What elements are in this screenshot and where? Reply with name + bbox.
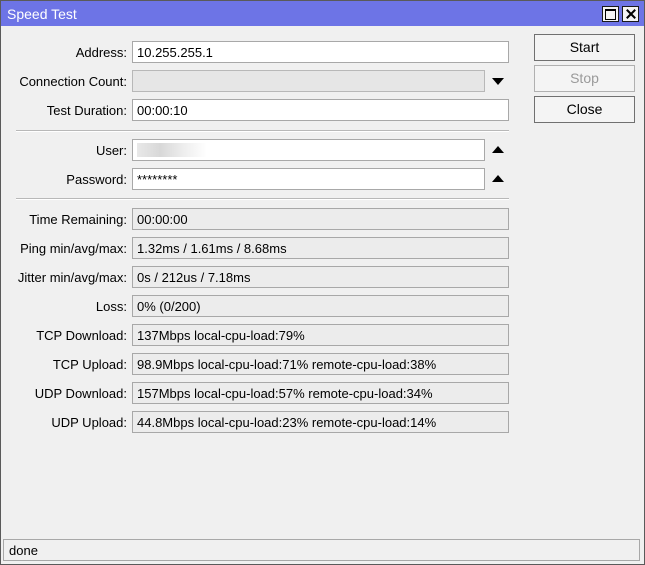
separator (16, 130, 509, 132)
ping-value: 1.32ms / 1.61ms / 8.68ms (132, 237, 509, 259)
close-window-button[interactable] (622, 6, 639, 22)
speed-test-window: Speed Test Address: 10.255.255.1 Connect… (0, 0, 645, 565)
address-label: Address: (75, 45, 127, 60)
status-bar: done (3, 539, 640, 561)
tcp-download-label: TCP Download: (36, 328, 127, 343)
separator (16, 198, 509, 200)
password-label: Password: (66, 172, 127, 187)
start-button[interactable]: Start (534, 34, 635, 61)
test-duration-input[interactable]: 00:00:10 (132, 99, 509, 121)
jitter-value: 0s / 212us / 7.18ms (132, 266, 509, 288)
user-input[interactable] (132, 139, 485, 161)
tcp-upload-label: TCP Upload: (52, 357, 127, 372)
connection-count-label: Connection Count: (19, 74, 127, 89)
window-title: Speed Test (7, 6, 77, 22)
test-duration-label: Test Duration: (46, 103, 127, 118)
jitter-label: Jitter min/avg/max: (17, 270, 127, 285)
stop-button[interactable]: Stop (534, 65, 635, 92)
maximize-button[interactable] (602, 6, 619, 22)
redacted-user-value (137, 143, 207, 157)
tcp-upload-value: 98.9Mbps local-cpu-load:71% remote-cpu-l… (132, 353, 509, 375)
triangle-down-icon[interactable] (492, 78, 504, 85)
tcp-download-value: 137Mbps local-cpu-load:79% (132, 324, 509, 346)
ping-label: Ping min/avg/max: (20, 241, 127, 256)
udp-upload-label: UDP Upload: (51, 415, 127, 430)
udp-download-value: 157Mbps local-cpu-load:57% remote-cpu-lo… (132, 382, 509, 404)
title-bar[interactable]: Speed Test (1, 1, 644, 26)
connection-count-input[interactable] (132, 70, 485, 92)
address-input[interactable]: 10.255.255.1 (132, 41, 509, 63)
udp-upload-value: 44.8Mbps local-cpu-load:23% remote-cpu-l… (132, 411, 509, 433)
user-label: User: (95, 143, 127, 158)
close-button[interactable]: Close (534, 96, 635, 123)
status-text: done (9, 543, 38, 558)
password-input[interactable]: ******** (132, 168, 485, 190)
time-remaining-value: 00:00:00 (132, 208, 509, 230)
loss-label: Loss: (95, 299, 127, 314)
udp-download-label: UDP Download: (34, 386, 127, 401)
triangle-up-icon[interactable] (492, 146, 504, 153)
loss-value: 0% (0/200) (132, 295, 509, 317)
triangle-up-icon[interactable] (492, 175, 504, 182)
time-remaining-label: Time Remaining: (29, 212, 127, 227)
